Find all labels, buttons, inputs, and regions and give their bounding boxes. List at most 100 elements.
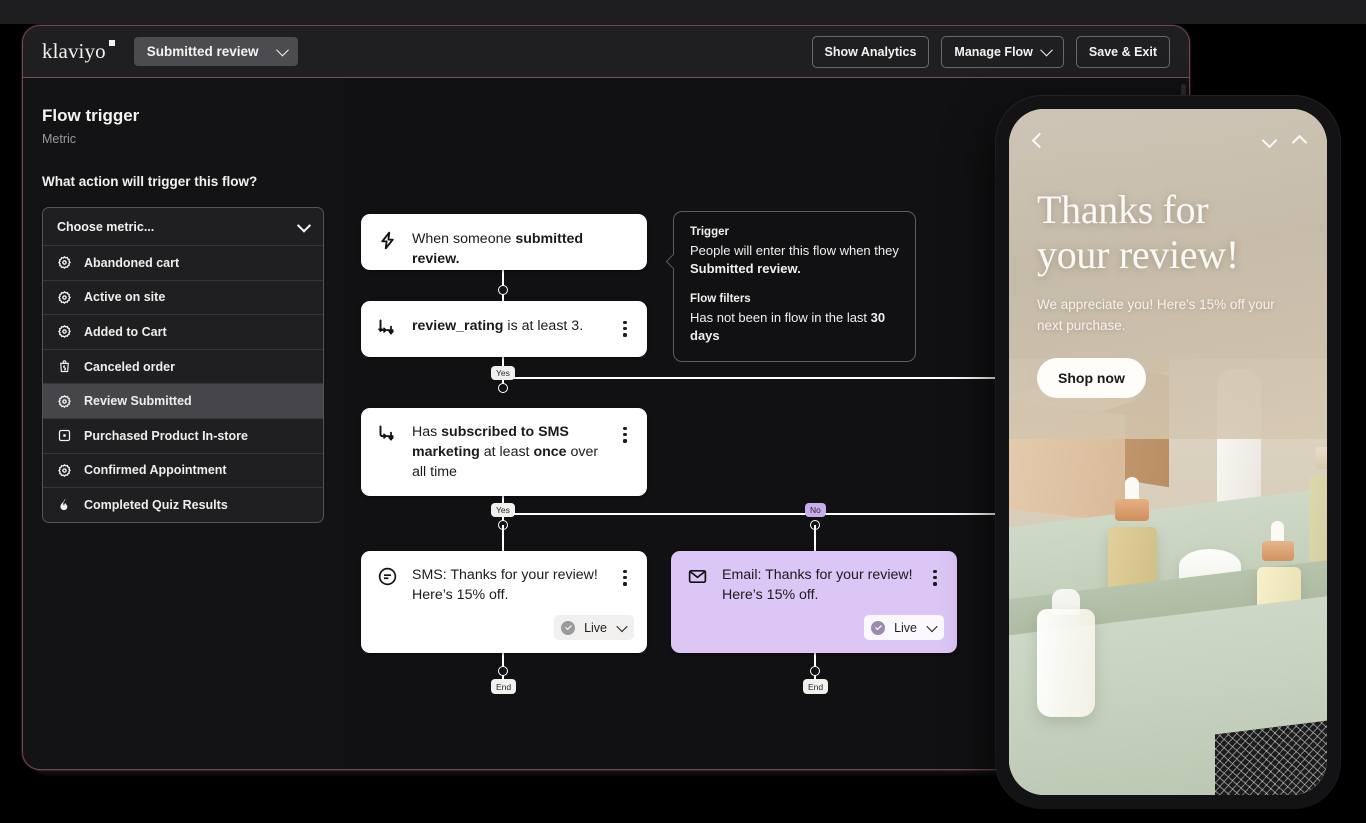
flame-icon — [57, 497, 72, 512]
metric-option-active-on-site[interactable]: Active on site — [43, 279, 323, 315]
branch-label-yes: Yes — [491, 366, 515, 380]
metric-option-review-submitted[interactable]: Review Submitted — [43, 383, 323, 418]
klaviyo-logo: klaviyo — [42, 39, 115, 64]
metric-option-canceled-order[interactable]: Canceled order — [43, 348, 323, 384]
flow-node-condition-review-rating[interactable]: review_rating is at least 3. — [361, 301, 647, 357]
flow-name-label: Submitted review — [146, 44, 259, 59]
flow-trigger-panel: Flow trigger Metric What action will tri… — [23, 78, 343, 769]
chevron-up-icon[interactable] — [1291, 132, 1307, 148]
email-subtext: We appreciate you! Here's 15% off your n… — [1037, 297, 1275, 333]
shop-now-button[interactable]: Shop now — [1037, 358, 1146, 398]
gear-icon — [57, 394, 72, 409]
header-actions: Show Analytics Manage Flow Save & Exit — [811, 35, 1170, 68]
logo-text: klaviyo — [42, 39, 106, 63]
chevron-left-icon[interactable] — [1029, 132, 1045, 148]
metric-option-label: Canceled order — [84, 359, 176, 374]
metric-select-placeholder: Choose metric... — [57, 219, 155, 234]
nav-icon-group — [1261, 132, 1307, 148]
metric-option-label: Added to Cart — [84, 324, 167, 339]
trigger-node-text: When someone submitted review. — [412, 231, 584, 267]
metric-option-added-to-cart[interactable]: Added to Cart — [43, 314, 323, 349]
metric-option-purchased-product-in-store[interactable]: Purchased Product In-store — [43, 417, 323, 453]
check-circle-icon — [871, 620, 886, 635]
tooltip-tail — [665, 253, 682, 270]
split-branch-icon — [377, 317, 398, 343]
metric-option-completed-quiz-results[interactable]: Completed Quiz Results — [43, 487, 323, 522]
metric-option-confirmed-appointment[interactable]: Confirmed Appointment — [43, 452, 323, 488]
email-node-text: Email: Thanks for your review! Here’s 15… — [722, 567, 913, 603]
manage-flow-label: Manage Flow — [954, 44, 1033, 59]
page-title: Flow trigger — [42, 106, 140, 125]
show-analytics-label: Show Analytics — [824, 44, 917, 59]
status-label: Live — [584, 620, 607, 635]
connector-dot — [498, 285, 508, 295]
phone-screen: Thanks for your review! We appreciate yo… — [1009, 109, 1327, 795]
end-marker-label: End — [491, 679, 517, 694]
sms-node-text: SMS: Thanks for your review! Here’s 15% … — [412, 567, 598, 603]
sms-condition-node-text: Has subscribed to SMS marketing at least… — [412, 424, 599, 480]
phone-device-frame: Thanks for your review! We appreciate yo… — [996, 96, 1340, 808]
scene-serum3-cap — [1315, 447, 1327, 469]
metric-option-label: Active on site — [84, 290, 166, 305]
email-heading-line1: Thanks for — [1037, 187, 1209, 232]
logo-mark-icon — [108, 40, 115, 46]
status-label: Live — [894, 620, 917, 635]
chevron-down-icon[interactable] — [1261, 132, 1277, 148]
connector-dot — [498, 666, 508, 676]
node-options-menu-button[interactable] — [617, 316, 633, 337]
connector-line — [502, 377, 1017, 379]
flow-filters-body: Has not been in flow in the last 30 days — [690, 310, 886, 343]
branch-label-no: No — [805, 503, 826, 517]
metric-select-input[interactable]: Choose metric... — [43, 208, 323, 245]
node-options-menu-button[interactable] — [617, 565, 633, 586]
metric-select-dropdown: Choose metric... Abandoned cart Active o… — [42, 207, 324, 523]
manage-flow-button[interactable]: Manage Flow — [941, 35, 1064, 68]
flow-node-condition-sms-subscribed[interactable]: Has subscribed to SMS marketing at least… — [361, 408, 647, 496]
save-and-exit-button[interactable]: Save & Exit — [1075, 35, 1170, 68]
envelope-icon — [687, 566, 708, 592]
save-exit-label: Save & Exit — [1088, 44, 1157, 59]
chevron-down-icon — [276, 43, 290, 57]
trigger-summary-card: Trigger People will enter this flow when… — [665, 211, 916, 362]
chevron-down-icon — [616, 620, 628, 632]
device-top-strip — [0, 0, 1366, 24]
page-subtitle: Metric — [42, 132, 77, 146]
square-dot-icon — [57, 428, 72, 443]
scene-serum1-cap — [1115, 499, 1149, 521]
trigger-question-label: What action will trigger this flow? — [42, 174, 258, 189]
shopify-bag-icon — [57, 359, 72, 374]
node-options-menu-button[interactable] — [617, 422, 633, 443]
metric-option-label: Confirmed Appointment — [84, 463, 227, 478]
end-marker-label: End — [803, 679, 829, 694]
gear-icon — [57, 290, 72, 305]
gear-icon — [57, 324, 72, 339]
condition-node-text: review_rating is at least 3. — [412, 318, 584, 334]
flow-node-sms-message[interactable]: SMS: Thanks for your review! Here’s 15% … — [361, 551, 647, 653]
scene-serum2-cap — [1262, 541, 1294, 561]
metric-option-label: Review Submitted — [84, 394, 192, 409]
connector-line — [502, 525, 504, 551]
chevron-down-icon — [926, 620, 938, 632]
metric-option-abandoned-cart[interactable]: Abandoned cart — [43, 245, 323, 280]
trigger-summary-body: People will enter this flow when they Su… — [690, 243, 899, 276]
flow-node-email-message[interactable]: Email: Thanks for your review! Here’s 15… — [671, 551, 957, 653]
trigger-summary-label: Trigger — [690, 226, 729, 238]
flow-node-trigger[interactable]: When someone submitted review. — [361, 214, 647, 270]
flow-name-dropdown[interactable]: Submitted review — [133, 37, 299, 66]
branch-label-yes: Yes — [491, 503, 515, 517]
email-preview-content: Thanks for your review! We appreciate yo… — [1037, 187, 1303, 398]
chevron-down-icon — [296, 218, 312, 233]
email-heading: Thanks for your review! — [1037, 187, 1303, 277]
metric-option-label: Abandoned cart — [84, 255, 180, 270]
phone-preview-nav — [1009, 109, 1327, 171]
show-analytics-button[interactable]: Show Analytics — [811, 35, 930, 68]
status-badge-live[interactable]: Live — [554, 615, 634, 640]
app-header: klaviyo Submitted review Show Analytics … — [23, 26, 1189, 78]
chevron-down-icon — [1040, 43, 1053, 57]
connector-line — [814, 525, 816, 551]
gear-icon — [57, 255, 72, 270]
status-badge-live[interactable]: Live — [864, 615, 944, 640]
gear-icon — [57, 463, 72, 478]
connector-dot — [810, 666, 820, 676]
node-options-menu-button[interactable] — [927, 565, 943, 586]
